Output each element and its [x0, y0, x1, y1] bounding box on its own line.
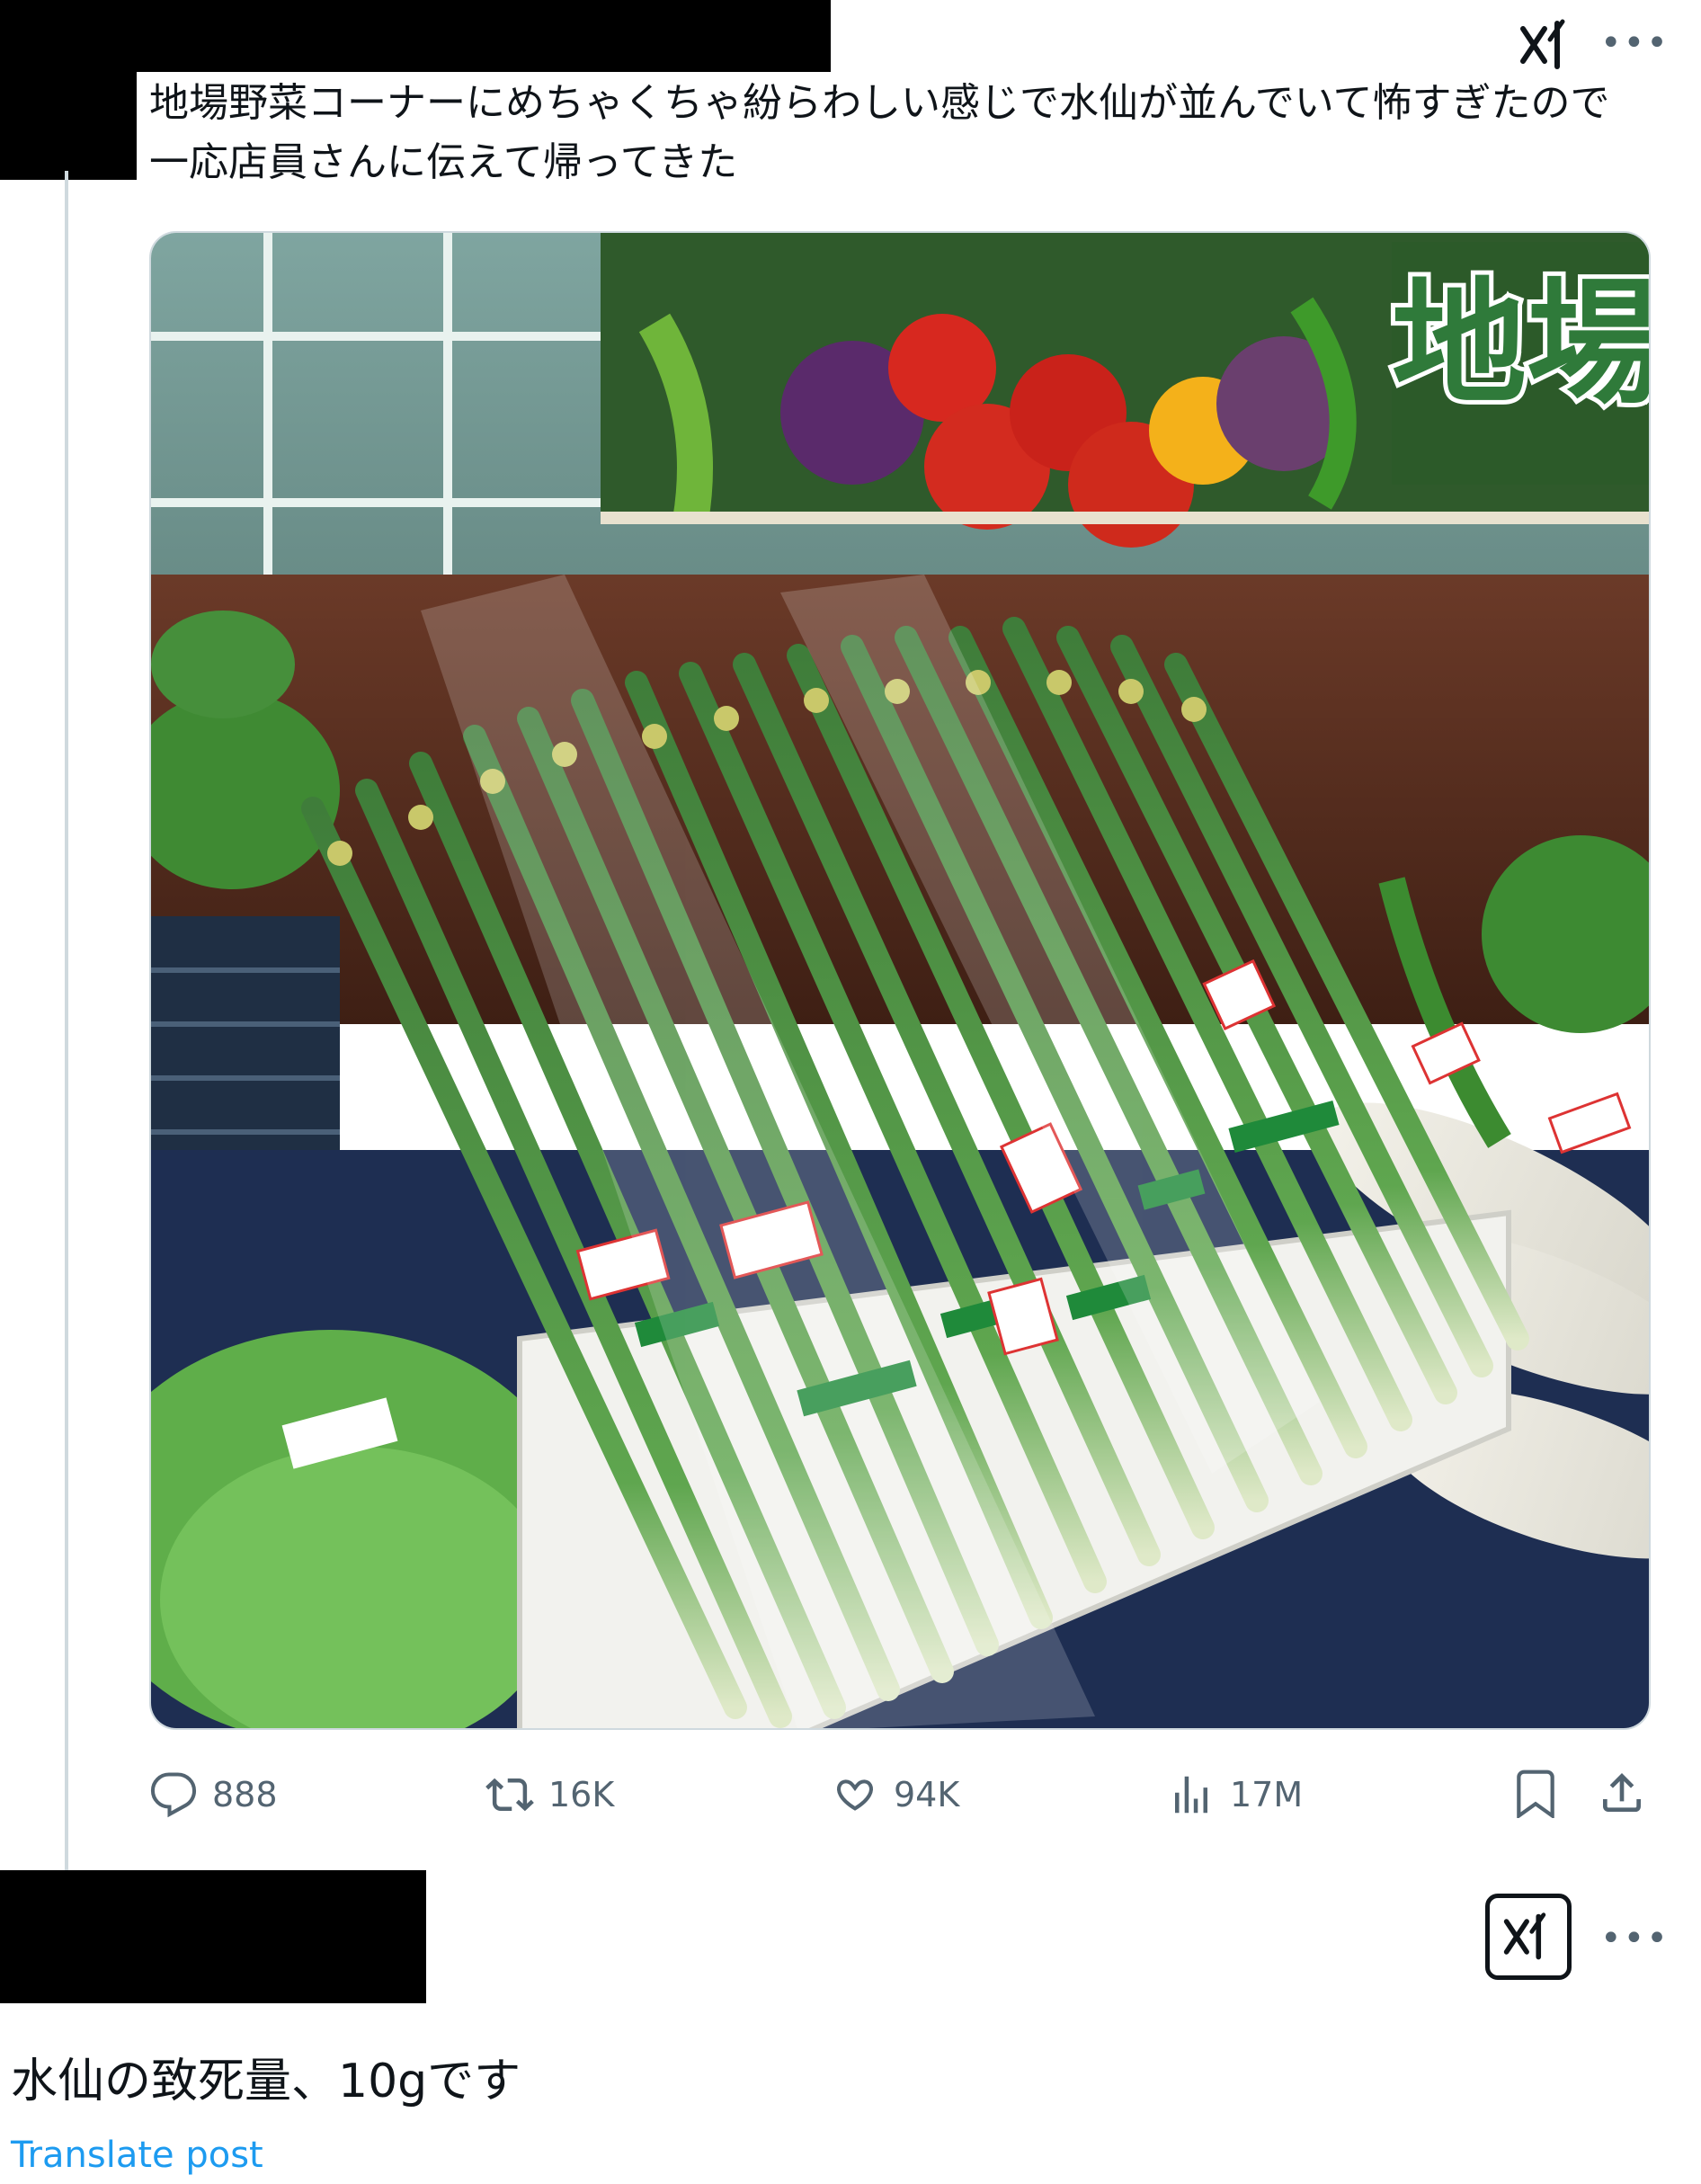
heart-icon	[836, 1779, 874, 1811]
grok-icon[interactable]	[1518, 16, 1575, 74]
views-icon	[1175, 1776, 1207, 1814]
like-count: 94K	[894, 1775, 960, 1814]
share-button[interactable]	[1597, 1768, 1651, 1822]
repost-icon	[485, 1778, 534, 1812]
more-icon[interactable]: •••	[1600, 25, 1670, 61]
bookmark-icon	[1517, 1769, 1554, 1820]
repost-button[interactable]: 16K	[485, 1768, 614, 1822]
post-image[interactable]: 地場	[149, 231, 1651, 1730]
reply-icon	[150, 1772, 197, 1818]
grok-icon[interactable]	[1485, 1894, 1572, 1980]
thread-line	[65, 171, 68, 1870]
redacted-author	[0, 0, 831, 72]
share-icon	[1603, 1773, 1641, 1812]
reply-count: 888	[212, 1775, 278, 1814]
views-count: 17M	[1230, 1775, 1304, 1814]
repost-count: 16K	[548, 1775, 615, 1814]
translate-post-link[interactable]: Translate post	[11, 2133, 263, 2178]
like-button[interactable]: 94K	[831, 1768, 959, 1822]
reply-text: 水仙の致死量、10gです	[11, 2055, 521, 2108]
bookmark-button[interactable]	[1510, 1768, 1564, 1822]
sign-text: 地場	[1392, 266, 1651, 423]
reply-button[interactable]: 888	[149, 1768, 278, 1822]
redacted-reply-author	[0, 1870, 426, 2003]
redacted-avatar	[0, 70, 137, 180]
views-button[interactable]: 17M	[1167, 1768, 1303, 1822]
post-text: 地場野菜コーナーにめちゃくちゃ紛らわしい感じで水仙が並んでいて怖すぎたので一応店…	[149, 80, 1610, 185]
more-icon[interactable]: •••	[1600, 1921, 1670, 1957]
